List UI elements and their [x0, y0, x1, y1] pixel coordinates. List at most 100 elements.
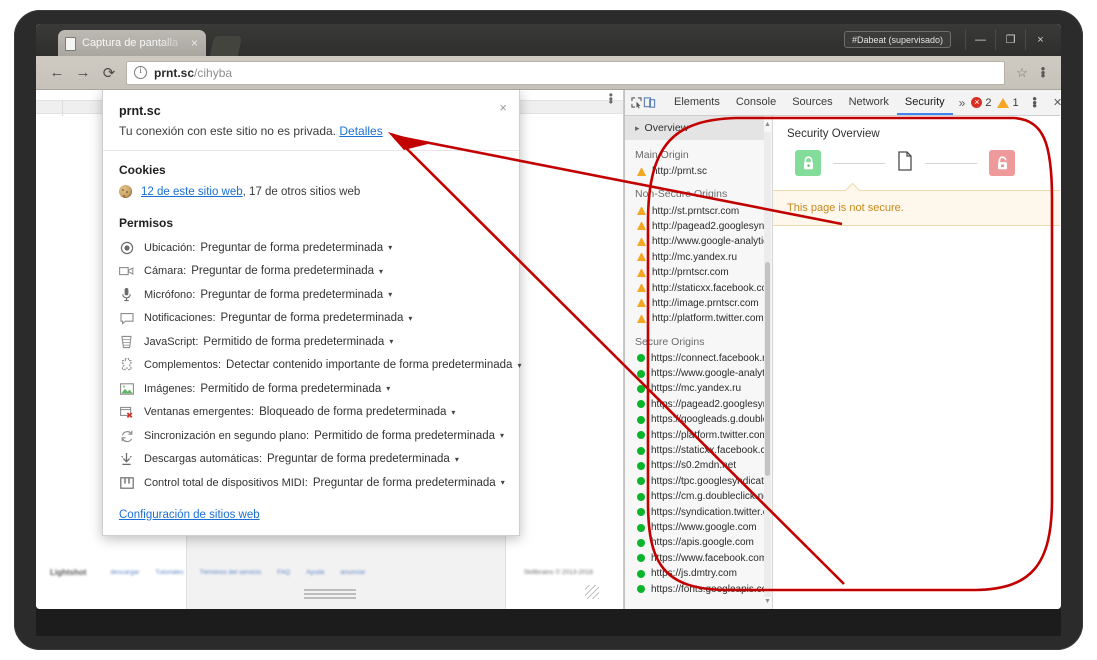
drag-handle[interactable] — [303, 589, 356, 601]
origin-row[interactable]: http://prntscr.com — [625, 265, 764, 280]
origin-row[interactable]: http://platform.twitter.com — [625, 311, 764, 326]
origin-row[interactable]: http://prnt.sc — [625, 164, 764, 179]
tab-close-icon[interactable]: × — [189, 37, 200, 49]
origin-row[interactable]: https://www.google.com — [625, 520, 764, 535]
page-footer: Lightshot descargar Tutoriales Términos … — [36, 561, 623, 583]
reload-button[interactable]: ⟳ — [96, 60, 122, 86]
bookmark-star-icon[interactable]: ☆ — [1011, 65, 1033, 81]
popup-close-icon[interactable]: × — [499, 100, 507, 115]
forward-button[interactable]: → — [70, 60, 96, 86]
permission-row[interactable]: Imágenes: Permitido de forma predetermina… — [103, 377, 519, 401]
origin-row[interactable]: https://platform.twitter.com — [625, 427, 764, 442]
page-overflow-icon[interactable]: • • • — [609, 90, 613, 107]
back-button[interactable]: ← — [44, 60, 70, 86]
device-toolbar-icon[interactable] — [643, 92, 656, 114]
devtools-menu-icon[interactable]: • • • — [1025, 93, 1045, 111]
permission-row[interactable]: Ventanas emergentes: Bloqueado de forma p… — [103, 401, 519, 425]
chevron-down-icon[interactable]: ▾ — [379, 267, 383, 276]
origin-url: https://googleads.g.doubleclick.net — [651, 414, 764, 426]
warning-origin-icon — [637, 268, 646, 277]
chevron-down-icon[interactable]: ▾ — [517, 361, 521, 370]
origin-row[interactable]: https://connect.facebook.net — [625, 351, 764, 366]
origin-row[interactable]: https://js.dmtry.com — [625, 566, 764, 581]
permission-row[interactable]: Ubicación: Preguntar de forma predetermin… — [103, 236, 519, 260]
origin-row[interactable]: https://staticxx.facebook.com — [625, 443, 764, 458]
more-tabs-icon[interactable]: » — [953, 96, 972, 110]
permission-row[interactable]: Control total de dispositivos MIDI: Pregu… — [103, 471, 519, 495]
site-info-icon[interactable] — [134, 65, 147, 79]
origin-row[interactable]: http://staticxx.facebook.com — [625, 280, 764, 295]
sidebar-scrollbar[interactable] — [764, 132, 771, 597]
origin-row[interactable]: https://fonts.googleapis.com — [625, 581, 764, 596]
origin-row[interactable]: https://tpc.googlesyndication.com — [625, 474, 764, 489]
permission-value: Permitido de forma predeterminada — [314, 429, 496, 442]
origin-row[interactable]: http://st.prntscr.com — [625, 203, 764, 218]
chevron-down-icon[interactable]: ▾ — [389, 337, 393, 346]
chevron-down-icon[interactable]: ▾ — [388, 290, 392, 299]
permission-row[interactable]: Complementos: Detectar contenido importan… — [103, 354, 521, 378]
origin-row[interactable]: https://apis.google.com — [625, 535, 764, 550]
permission-row[interactable]: Descargas automáticas: Preguntar de forma… — [103, 448, 519, 472]
devtools-tab-sources[interactable]: Sources — [784, 90, 840, 115]
inspect-element-icon[interactable] — [630, 92, 643, 114]
origin-row[interactable]: https://syndication.twitter.com — [625, 504, 764, 519]
security-origins-sidebar[interactable]: ▸ Overview Main Origin http://prnt.sc Non-… — [625, 116, 773, 609]
footer-link-tutorials[interactable]: Tutoriales — [155, 569, 183, 576]
permission-row[interactable]: JavaScript: Permitido de forma predetermi… — [103, 330, 519, 354]
footer-link-advertise[interactable]: anunciar — [340, 569, 365, 576]
chevron-down-icon[interactable]: ▾ — [451, 408, 455, 417]
origin-row[interactable]: https://www.facebook.com — [625, 551, 764, 566]
devtools-tab-elements[interactable]: Elements — [666, 90, 728, 115]
permission-row[interactable]: Cámara: Preguntar de forma predeterminada… — [103, 260, 519, 284]
address-bar[interactable]: prnt.sc /cihyba — [126, 60, 1005, 85]
chevron-down-icon[interactable]: ▾ — [408, 314, 412, 323]
permissions-list: Ubicación: Preguntar de forma predetermin… — [103, 234, 521, 495]
permission-row[interactable]: Micrófono: Preguntar de forma predetermin… — [103, 283, 519, 307]
chevron-down-icon[interactable]: ▾ — [388, 243, 392, 252]
sidebar-item-overview[interactable]: ▸ Overview — [625, 116, 764, 140]
new-tab-button[interactable] — [209, 36, 243, 56]
chevron-down-icon[interactable]: ▾ — [501, 478, 505, 487]
footer-link-download[interactable]: descargar — [110, 569, 139, 576]
error-count-badge[interactable]: × 2 — [971, 97, 991, 109]
maximize-button[interactable]: ❐ — [995, 29, 1025, 50]
origin-row[interactable]: https://s0.2mdn.net — [625, 458, 764, 473]
chevron-down-icon[interactable]: ▾ — [386, 384, 390, 393]
origin-row[interactable]: http://image.prntscr.com — [625, 296, 764, 311]
origin-row[interactable]: http://mc.yandex.ru — [625, 250, 764, 265]
devtools-close-icon[interactable]: ✕ — [1047, 92, 1061, 114]
minimize-button[interactable]: — — [965, 29, 995, 50]
chevron-down-icon[interactable]: ▾ — [455, 455, 459, 464]
details-link[interactable]: Detalles — [339, 124, 382, 138]
footer-link-faq[interactable]: FAQ — [277, 569, 290, 576]
permission-row[interactable]: Notificaciones: Preguntar de forma predet… — [103, 307, 519, 331]
close-window-button[interactable]: × — [1025, 29, 1055, 50]
origin-row[interactable]: https://mc.yandex.ru — [625, 381, 764, 396]
origin-url: http://prnt.sc — [652, 166, 708, 178]
origin-url: http://prntscr.com — [652, 267, 729, 279]
browser-tab[interactable]: Captura de pantalla × — [58, 30, 206, 56]
permission-row[interactable]: Sincronización en segundo plano: Permitid… — [103, 424, 519, 448]
origin-row[interactable]: https://www.google-analytics.com — [625, 366, 764, 381]
chevron-down-icon[interactable]: ▾ — [500, 431, 504, 440]
chrome-menu-icon[interactable]: • • • — [1033, 63, 1053, 81]
resize-handle[interactable] — [585, 585, 599, 599]
devtools-tab-security[interactable]: Security — [896, 90, 953, 115]
footer-link-help[interactable]: Ayuda — [306, 569, 324, 576]
footer-link-terms[interactable]: Términos del servicio — [200, 569, 261, 576]
site-settings-link[interactable]: Configuración de sitios web — [119, 509, 260, 521]
scroll-down-arrow-icon[interactable]: ▼ — [764, 597, 771, 607]
origin-row[interactable]: http://www.google-analytics.com — [625, 234, 764, 249]
chrome-browser-window: Captura de pantalla × #Dabeat (supervisa… — [36, 24, 1061, 609]
origin-row[interactable]: https://cm.g.doubleclick.net — [625, 489, 764, 504]
origin-row[interactable]: https://googleads.g.doubleclick.net — [625, 412, 764, 427]
warning-count-badge[interactable]: 1 — [997, 97, 1019, 109]
devtools-tab-network[interactable]: Network — [841, 90, 897, 115]
origin-row[interactable]: https://pagead2.googlesyndication.com — [625, 397, 764, 412]
cookies-site-link[interactable]: 12 de este sitio web — [141, 186, 243, 198]
devtools-tab-console[interactable]: Console — [728, 90, 784, 115]
profile-badge[interactable]: #Dabeat (supervisado) — [843, 31, 951, 48]
origin-row[interactable]: http://pagead2.googlesyndication.com — [625, 219, 764, 234]
scroll-up-arrow-icon[interactable]: ▲ — [764, 120, 771, 130]
viewport: • • • Lightshot descargar Tutoriales Térmi… — [36, 90, 1061, 609]
